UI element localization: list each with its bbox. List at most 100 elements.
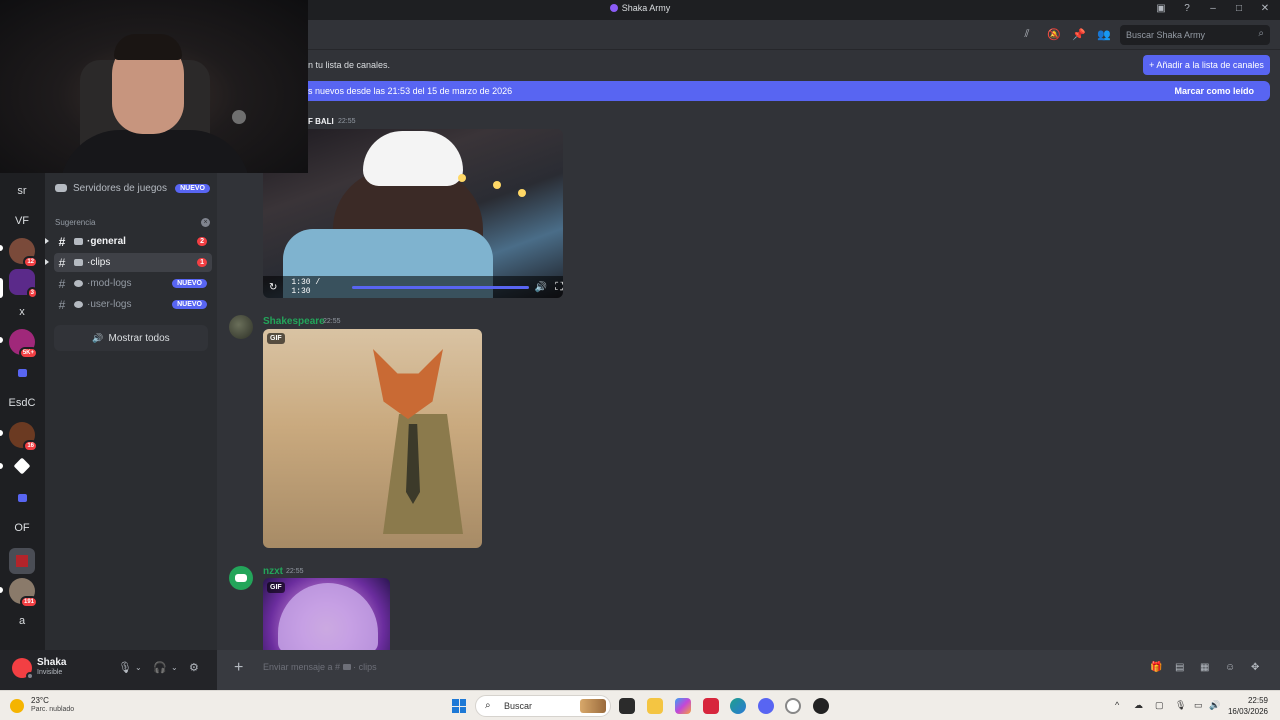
composer-placeholder: Enviar mensaje a # · clips: [263, 662, 377, 672]
server-diamond-icon[interactable]: [9, 453, 35, 479]
server-a[interactable]: a: [9, 608, 35, 634]
server-sr[interactable]: sr: [9, 178, 35, 204]
server-x[interactable]: x: [9, 299, 35, 325]
chrome-icon[interactable]: [785, 698, 801, 714]
volume-icon[interactable]: 🔊: [1209, 700, 1220, 711]
office-app-icon[interactable]: [703, 698, 719, 714]
server-of[interactable]: OF: [9, 515, 35, 541]
server-avatar-1[interactable]: 12: [9, 238, 38, 268]
video-player[interactable]: ↻ 1:30 / 1:30 🔊 ⛶: [263, 129, 563, 298]
channel-mod-logs[interactable]: # · mod-logs NUEVO: [54, 274, 212, 293]
show-all-button[interactable]: 🔊 Mostrar todos: [54, 325, 208, 351]
sticker-icon[interactable]: ▦: [1200, 662, 1209, 673]
onedrive-icon[interactable]: ☁: [1134, 700, 1143, 711]
edge-browser-icon[interactable]: [730, 698, 746, 714]
fullscreen-icon[interactable]: ⛶: [555, 281, 563, 294]
suggestion-header: Sugerencia ×: [55, 218, 210, 227]
gear-icon[interactable]: ⚙: [189, 661, 199, 674]
hash-icon: #: [58, 297, 66, 312]
gif-picker-icon[interactable]: ▤: [1175, 662, 1184, 673]
microphone-icon[interactable]: 🎙: [1175, 700, 1186, 711]
attach-plus-icon[interactable]: +: [234, 659, 243, 677]
server-esdc[interactable]: EsdC: [9, 390, 36, 416]
start-button[interactable]: [452, 699, 466, 713]
channel-general[interactable]: # · general 2: [54, 232, 212, 251]
channel-list-notice: n tu lista de canales.: [308, 60, 391, 70]
unread-count: 1: [197, 258, 207, 267]
gif-tag: GIF: [267, 333, 285, 344]
server-avatar-3[interactable]: 5K+: [9, 329, 38, 359]
gif-tag: GIF: [267, 582, 285, 593]
dismiss-suggestion-button[interactable]: ×: [201, 218, 210, 227]
unread-caret-icon: [45, 238, 49, 244]
hash-icon: #: [58, 234, 66, 249]
video-progress-bar[interactable]: [351, 285, 529, 289]
mute-bell-icon[interactable]: 🔕: [1047, 28, 1061, 41]
status-indicator: [26, 672, 34, 680]
new-messages-bar[interactable]: s nuevos desde las 21:53 del 15 de marzo…: [290, 81, 1270, 101]
volume-icon[interactable]: 🔊: [535, 282, 547, 293]
chevron-down-icon[interactable]: ⌄: [171, 663, 178, 672]
unread-pip: [0, 463, 3, 469]
search-input[interactable]: Buscar Shaka Army ⌕: [1120, 25, 1270, 45]
server-avatar-2[interactable]: 3: [9, 269, 38, 299]
copilot-icon[interactable]: [675, 698, 691, 714]
headphones-icon[interactable]: 🎧: [153, 661, 167, 674]
speech-bubble-icon: [74, 238, 83, 245]
gif-image[interactable]: GIF: [263, 329, 482, 548]
pin-icon[interactable]: 📌: [1072, 28, 1086, 41]
display-icon[interactable]: ▭: [1194, 700, 1203, 711]
file-explorer-icon[interactable]: [647, 698, 663, 714]
unread-pip: [0, 245, 3, 251]
microphone-icon[interactable]: 🎙: [118, 661, 132, 674]
clock-icon: [74, 301, 83, 308]
server-avatar-4[interactable]: 16: [9, 422, 38, 452]
new-badge: NUEVO: [172, 300, 207, 309]
server-vf[interactable]: VF: [9, 208, 35, 234]
message-avatar[interactable]: [229, 315, 253, 339]
channel-clips[interactable]: # · clips 1: [54, 253, 212, 272]
message-avatar[interactable]: [229, 566, 253, 590]
channel-user-logs[interactable]: # · user-logs NUEVO: [54, 295, 212, 314]
message-author[interactable]: F BALI: [308, 117, 334, 126]
message-author[interactable]: nzxt: [263, 566, 283, 577]
maximize-button[interactable]: □: [1232, 3, 1246, 14]
unread-pip: [0, 430, 3, 436]
chevron-down-icon[interactable]: ⌄: [135, 663, 142, 672]
add-to-channel-list-button[interactable]: + Añadir a la lista de canales: [1143, 55, 1270, 75]
user-avatar[interactable]: [12, 658, 34, 680]
members-icon[interactable]: 👥: [1097, 28, 1111, 41]
tray-chevron-up-icon[interactable]: ^: [1115, 700, 1119, 710]
apps-icon[interactable]: ✥: [1251, 662, 1259, 673]
obs-icon[interactable]: [813, 698, 829, 714]
help-icon[interactable]: ?: [1180, 3, 1194, 14]
mark-as-read-button[interactable]: Marcar como leído: [1174, 86, 1254, 96]
folder-icon[interactable]: [9, 360, 35, 386]
server-avatar-6[interactable]: 191: [9, 578, 38, 608]
replay-icon[interactable]: ↻: [269, 282, 277, 293]
message-timestamp: 22:55: [338, 118, 356, 125]
task-view-icon[interactable]: [619, 698, 635, 714]
new-badge: NUEVO: [175, 183, 210, 193]
video-icon: [74, 259, 83, 266]
folder-icon[interactable]: [9, 485, 35, 511]
unread-pip: [0, 587, 3, 593]
message-composer[interactable]: + Enviar mensaje a # · clips 🎁 ▤ ▦ ☺ ✥: [217, 650, 1280, 690]
gift-icon[interactable]: 🎁: [1150, 662, 1162, 673]
video-time: 1:30 / 1:30: [291, 278, 321, 296]
game-servers-link[interactable]: Servidores de juegos NUEVO: [55, 180, 210, 196]
user-panel: Shaka Invisible 🎙 ⌄ 🎧 ⌄ ⚙: [0, 650, 217, 690]
tray-app-icon[interactable]: ▢: [1155, 700, 1164, 711]
close-button[interactable]: ✕: [1258, 3, 1272, 14]
inbox-icon[interactable]: ▣: [1154, 3, 1168, 14]
message-author[interactable]: Shakespeare: [263, 316, 325, 327]
server-avatar-5[interactable]: [9, 548, 35, 574]
taskbar-search[interactable]: ⌕ Buscar: [475, 695, 611, 717]
video-controls: ↻ 1:30 / 1:30 🔊 ⛶: [263, 276, 563, 298]
threads-icon[interactable]: ⫽: [1021, 28, 1033, 40]
discord-app-icon[interactable]: [758, 698, 774, 714]
emoji-icon[interactable]: ☺: [1225, 662, 1235, 673]
gif-image[interactable]: GIF: [263, 578, 390, 650]
minimize-button[interactable]: –: [1206, 3, 1220, 14]
system-clock[interactable]: 22:59 16/03/2026: [1228, 695, 1268, 717]
